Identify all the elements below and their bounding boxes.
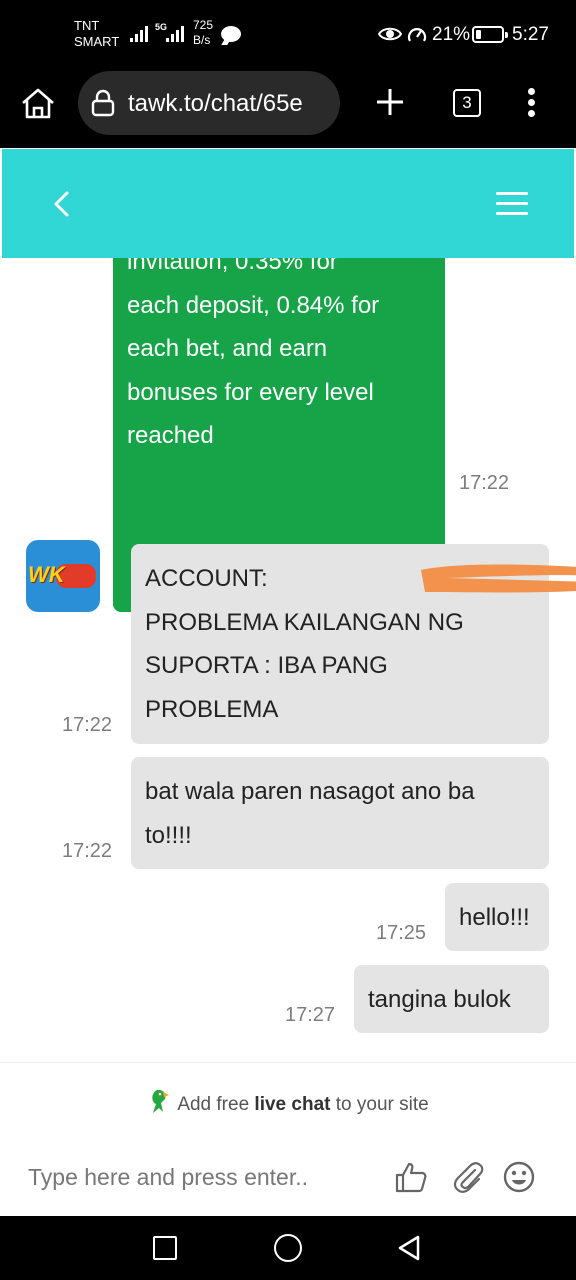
more-options-icon[interactable]: [526, 88, 536, 118]
system-navigation-bar: [0, 1216, 576, 1280]
message-time: 17:27: [285, 1004, 336, 1026]
tab-switcher-button[interactable]: 3: [453, 89, 481, 117]
url-text: tawk.to/chat/65e: [128, 90, 303, 117]
user-message-line: PROBLEMA: [145, 695, 279, 723]
thumbs-up-icon[interactable]: [394, 1160, 428, 1194]
agent-message-line: each bet, and earn: [127, 335, 328, 362]
battery-icon: [472, 26, 508, 43]
user-message-line: hello!!!: [459, 904, 530, 931]
address-bar[interactable]: tawk.to/chat/65e: [78, 71, 340, 135]
agent-message-line: each deposit, 0.84% for: [127, 291, 380, 319]
message-time: 17:22: [62, 840, 113, 862]
parrot-icon: [152, 1089, 170, 1113]
message-list: invitation, 0.35% for each deposit, 0.84…: [0, 258, 576, 1058]
footer-divider: [0, 1062, 576, 1063]
chat-header: [2, 149, 574, 258]
home-icon[interactable]: [20, 86, 56, 120]
speed-unit: B/s: [193, 33, 211, 47]
battery-percent: 21%: [432, 24, 471, 45]
carrier-line1: TNT: [74, 18, 100, 33]
powered-by-link[interactable]: Add free live chat to your site: [0, 1088, 576, 1116]
signal-strength-icon-2: [166, 24, 184, 42]
status-bar: TNT SMART 5G 725 B/s 21% 5:27: [0, 0, 576, 70]
message-notification-icon: [221, 26, 241, 42]
message-input[interactable]: [28, 1154, 378, 1200]
agent-message-line: bonuses for every level: [127, 378, 374, 406]
web-page: invitation, 0.35% for each deposit, 0.84…: [0, 148, 576, 1216]
user-message-bubble: hello!!!: [445, 883, 549, 951]
message-time: 17:25: [376, 922, 427, 944]
agent-avatar: WK: [26, 540, 100, 612]
nav-back-icon[interactable]: [396, 1234, 422, 1262]
new-tab-icon[interactable]: [376, 88, 404, 116]
lock-icon: [91, 89, 115, 117]
powered-prefix: Add free: [177, 1094, 250, 1115]
user-message-bubble: bat wala paren nasagot ano ba to!!!!: [131, 757, 549, 869]
user-message-line: PROBLEMA KAILANGAN NG: [145, 608, 464, 636]
eye-icon: [378, 27, 402, 41]
avatar-logo-mark: WK: [28, 562, 65, 587]
powered-bold: live chat: [254, 1094, 331, 1115]
signal-strength-icon: [130, 24, 148, 42]
clock: 5:27: [512, 24, 549, 45]
user-message-line: to!!!!: [145, 821, 192, 849]
recent-apps-icon[interactable]: [153, 1236, 177, 1260]
speed-value: 725: [193, 18, 214, 32]
hamburger-menu-icon[interactable]: [496, 192, 528, 216]
user-message-line: SUPORTA : IBA PANG: [145, 652, 388, 679]
back-arrow-icon[interactable]: [50, 189, 72, 219]
message-time: 17:22: [459, 472, 510, 494]
user-message-bubble: tangina bulok: [354, 965, 549, 1033]
carrier-line2: SMART: [74, 34, 120, 49]
agent-message-line: reached: [127, 422, 214, 449]
message-composer: [0, 1138, 576, 1216]
battery-fill: [476, 30, 481, 39]
message-time: 17:22: [62, 714, 113, 736]
user-message-bubble: ACCOUNT: PROBLEMA KAILANGAN NG SUPORTA :…: [131, 544, 576, 744]
powered-suffix: to your site: [335, 1094, 429, 1115]
home-button-icon[interactable]: [274, 1234, 302, 1262]
agent-message-line: invitation, 0.35% for: [127, 258, 338, 275]
user-message-line: bat wala paren nasagot ano ba: [145, 778, 475, 805]
paperclip-icon[interactable]: [451, 1160, 485, 1194]
speedometer-icon: [407, 28, 427, 42]
emoji-icon[interactable]: [502, 1160, 536, 1194]
network-speed: 725 B/s: [193, 18, 213, 48]
user-message-line: tangina bulok: [368, 986, 511, 1013]
carrier-label: TNT SMART: [74, 18, 119, 50]
redaction-mark: [421, 564, 576, 593]
